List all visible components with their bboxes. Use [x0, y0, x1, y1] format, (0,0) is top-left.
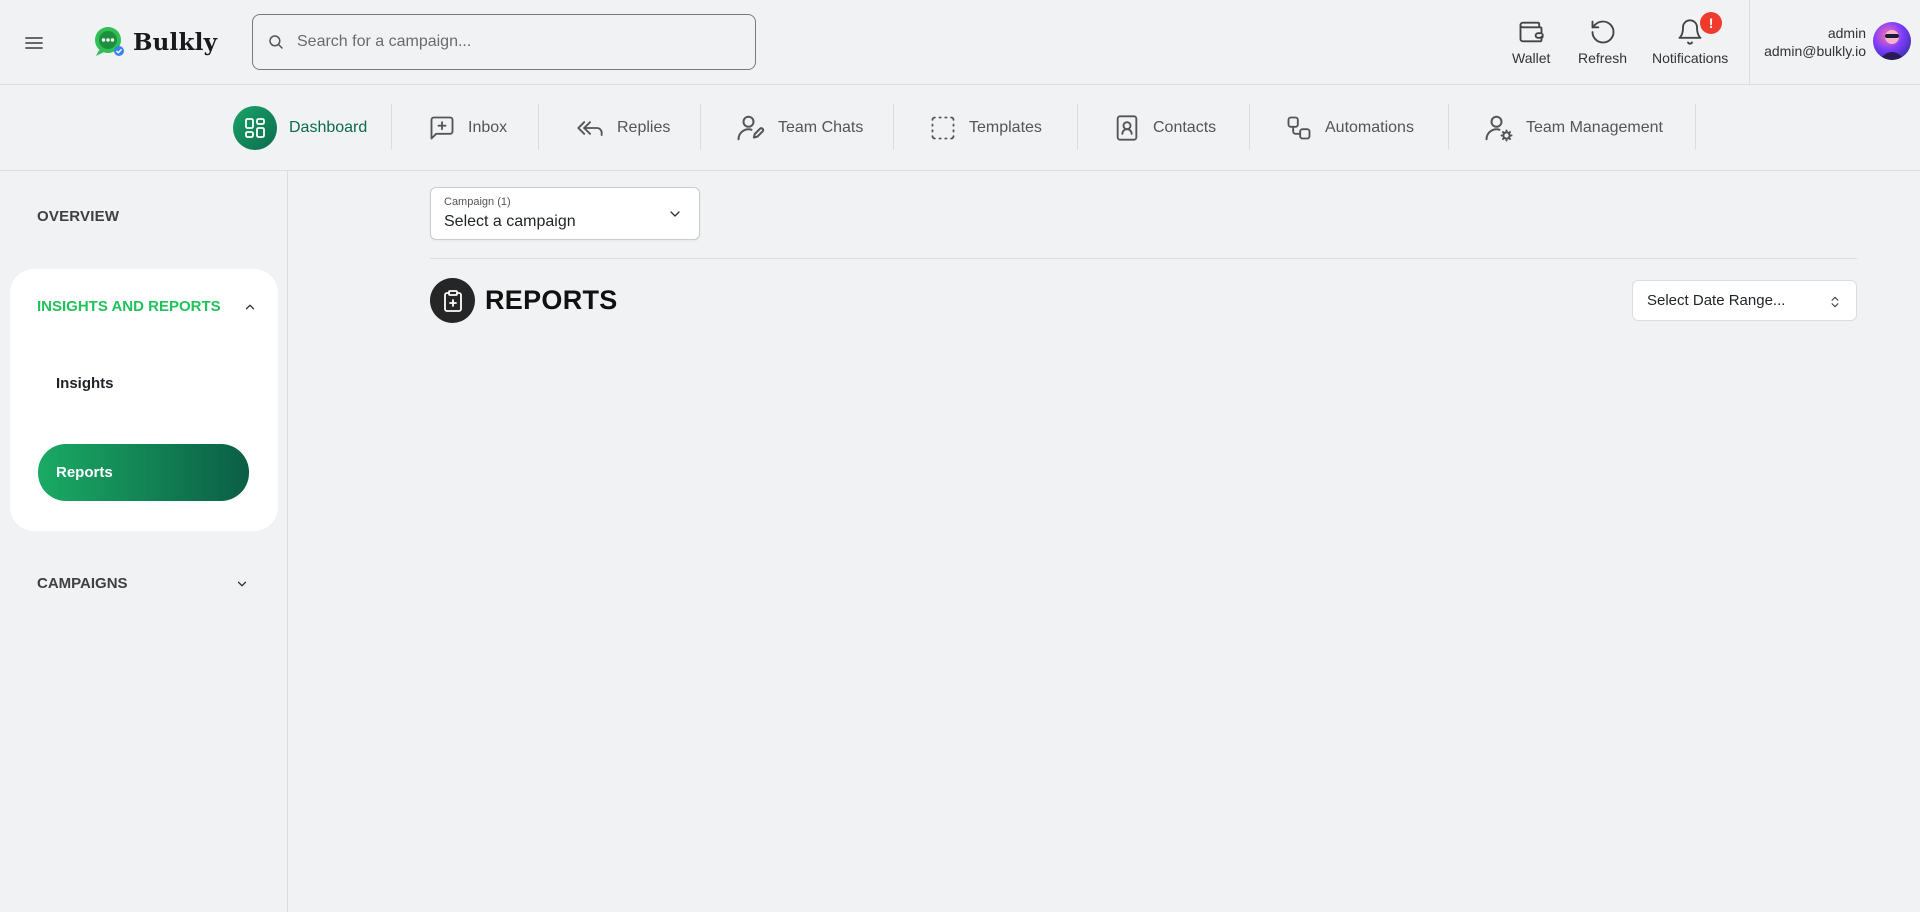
nav-inbox[interactable]: Inbox [428, 104, 507, 152]
nav-separator [1249, 104, 1250, 150]
workflow-icon [1285, 114, 1313, 142]
sidebar-campaigns-label: CAMPAIGNS [37, 575, 128, 592]
search-box[interactable] [252, 14, 756, 70]
nav-label: Dashboard [289, 119, 368, 136]
nav-separator [1695, 104, 1696, 150]
nav-label: Automations [1325, 119, 1414, 136]
nav-label: Inbox [468, 119, 508, 136]
nav-separator [1077, 104, 1078, 150]
refresh-label: Refresh [1578, 50, 1628, 66]
campaign-select-label: Campaign (1) [444, 196, 511, 208]
logo-text: Bulkly [133, 28, 218, 56]
reply-all-icon [575, 114, 605, 142]
campaign-select[interactable]: Campaign (1) Select a campaign [430, 187, 700, 240]
search-icon [267, 33, 285, 51]
nav-separator [893, 104, 894, 150]
refresh-icon [1589, 18, 1617, 46]
nav-label: Team Chats [778, 119, 864, 136]
dashboard-grid-icon [233, 106, 277, 150]
nav-team-management[interactable]: Team Management [1484, 104, 1663, 152]
chevron-up-icon [243, 300, 257, 314]
sidebar-group-insights-reports: INSIGHTS AND REPORTS Insights Reports [10, 269, 278, 531]
notifications-label: Notifications [1652, 50, 1729, 66]
nav-dashboard[interactable]: Dashboard [233, 104, 367, 152]
nav-team-chats[interactable]: Team Chats [736, 104, 863, 152]
sidebar-item-label: Reports [56, 464, 113, 481]
logo[interactable]: Bulkly [93, 26, 217, 58]
contact-book-icon [1113, 114, 1141, 142]
sidebar-campaigns[interactable]: CAMPAIGNS [37, 575, 249, 592]
chevrons-up-down-icon [1828, 294, 1842, 310]
nav-label: Team Management [1526, 119, 1663, 136]
nav-automations[interactable]: Automations [1285, 104, 1414, 152]
nav-separator [538, 104, 539, 150]
sidebar-item-reports[interactable]: Reports [38, 444, 249, 501]
nav-label: Templates [969, 119, 1042, 136]
nav-label: Contacts [1153, 119, 1217, 136]
nav-separator [700, 104, 701, 150]
user-name: admin [1827, 25, 1866, 41]
campaign-select-value: Select a campaign [444, 213, 576, 230]
top-header: Bulkly Wallet Refresh ! Notifications ad… [0, 0, 1920, 85]
notification-badge: ! [1700, 12, 1723, 34]
notifications-button[interactable]: ! Notifications [1652, 12, 1729, 66]
sidebar-group-header[interactable]: INSIGHTS AND REPORTS [37, 298, 257, 315]
page-title-text: REPORTS [485, 285, 618, 315]
avatar[interactable] [1873, 22, 1911, 60]
nav-templates[interactable]: Templates [929, 104, 1042, 152]
inbox-plus-icon [428, 114, 456, 142]
chevron-down-icon [235, 577, 249, 591]
nav-replies[interactable]: Replies [575, 104, 670, 152]
header-divider [1749, 0, 1750, 85]
sidebar-overview[interactable]: OVERVIEW [37, 208, 119, 225]
page-title: REPORTS [430, 278, 618, 323]
content-divider [430, 258, 1857, 259]
wallet-button[interactable]: Wallet [1512, 18, 1550, 66]
nav-separator [391, 104, 392, 150]
wallet-icon [1517, 18, 1545, 46]
sidebar-group-title: INSIGHTS AND REPORTS [37, 298, 221, 315]
user-gear-icon [1484, 113, 1514, 143]
chevron-down-icon [667, 206, 683, 222]
date-range-value: Select Date Range... [1647, 292, 1786, 309]
main-nav: Dashboard Inbox Replies Team Chats Templ… [0, 86, 1920, 171]
user-pen-icon [736, 113, 766, 143]
dashed-square-icon [929, 114, 957, 142]
date-range-select[interactable]: Select Date Range... [1632, 280, 1857, 321]
nav-contacts[interactable]: Contacts [1113, 104, 1216, 152]
clipboard-plus-icon [430, 278, 475, 323]
user-email: admin@bulkly.io [1764, 43, 1866, 59]
user-info[interactable]: admin admin@bulkly.io [1764, 24, 1866, 60]
sidebar: OVERVIEW INSIGHTS AND REPORTS Insights R… [0, 171, 288, 912]
refresh-button[interactable]: Refresh [1578, 18, 1627, 66]
chat-bubble-logo-icon [93, 26, 127, 58]
nav-label: Replies [617, 119, 671, 136]
search-input[interactable] [297, 33, 737, 51]
menu-icon[interactable] [22, 31, 46, 55]
bell-icon: ! [1676, 12, 1723, 46]
nav-separator [1448, 104, 1449, 150]
wallet-label: Wallet [1512, 50, 1551, 66]
sidebar-item-insights[interactable]: Insights [56, 375, 114, 392]
